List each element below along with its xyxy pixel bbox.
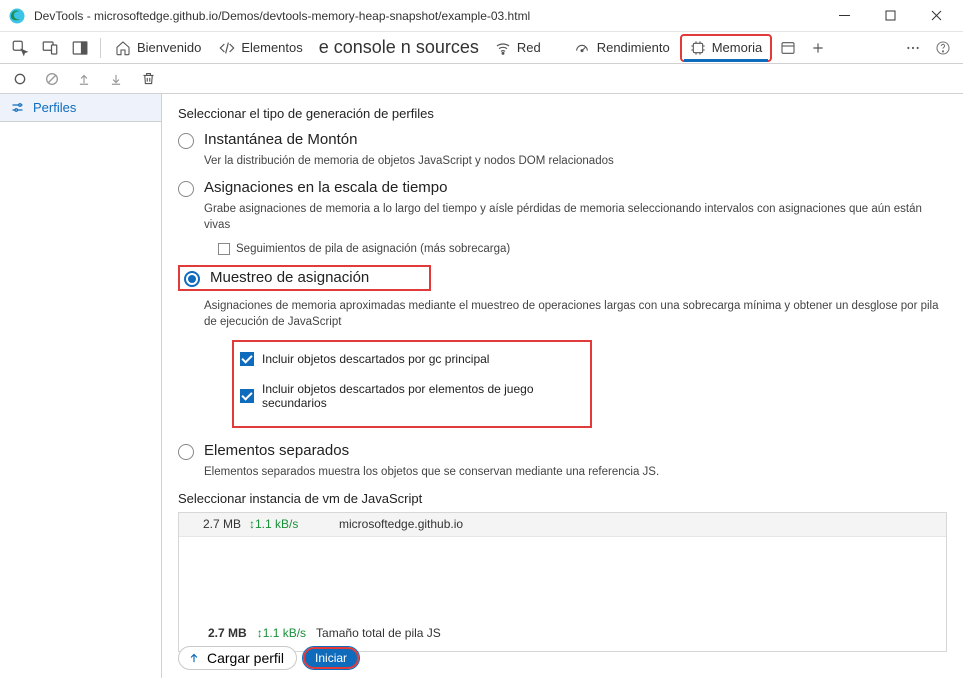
checkbox-include-minor-gc[interactable]: Incluir objetos descartados por elemento… xyxy=(240,382,584,410)
dock-side-icon[interactable] xyxy=(66,34,94,62)
inspect-icon[interactable] xyxy=(6,34,34,62)
profiles-sidebar: Perfiles xyxy=(0,94,162,678)
footer-stats: 2.7 MB ↕1.1 kB/s Tamaño total de pila JS xyxy=(178,626,947,640)
footer-rate: ↕1.1 kB/s xyxy=(257,626,306,640)
tab-elements[interactable]: Elementos xyxy=(211,36,310,60)
button-label: Cargar perfil xyxy=(207,650,284,666)
sampling-includes-group: Incluir objetos descartados por gc princ… xyxy=(232,340,592,428)
option-allocation-sampling-wrap: Muestreo de asignación xyxy=(178,265,431,291)
upload-icon[interactable] xyxy=(70,65,98,93)
vm-instance-heading: Seleccionar instancia de vm de JavaScrip… xyxy=(178,491,947,506)
option-allocation-timeline[interactable]: Asignaciones en la escala de tiempo xyxy=(178,179,947,197)
checkbox-label: Incluir objetos descartados por gc princ… xyxy=(262,352,489,366)
window-close-button[interactable] xyxy=(913,0,959,32)
option-desc: Asignaciones de memoria aproximadas medi… xyxy=(204,298,947,330)
clear-icon[interactable] xyxy=(38,65,66,93)
checkbox-checked[interactable] xyxy=(240,389,254,403)
window-titlebar: DevTools - microsoftedge.github.io/Demos… xyxy=(0,0,963,32)
footer-total-label: Tamaño total de pila JS xyxy=(316,626,441,640)
more-icon[interactable] xyxy=(899,34,927,62)
tab-label: Memoria xyxy=(712,40,763,55)
memory-icon xyxy=(690,40,706,56)
vm-rate: ↕1.1 kB/s xyxy=(249,517,329,531)
window-maximize-button[interactable] xyxy=(867,0,913,32)
footer-size: 2.7 MB xyxy=(208,626,247,640)
home-icon xyxy=(115,40,131,56)
vm-host: microsoftedge.github.io xyxy=(329,517,463,531)
option-allocation-sampling[interactable]: Muestreo de asignación xyxy=(178,265,431,291)
option-desc: Grabe asignaciones de memoria a lo largo… xyxy=(204,201,947,233)
sliders-icon xyxy=(10,100,25,115)
option-allocation-timeline-stack[interactable]: Seguimientos de pila de asignación (más … xyxy=(218,243,947,255)
option-title: Asignaciones en la escala de tiempo xyxy=(204,179,448,196)
wifi-icon xyxy=(495,40,511,56)
tab-label: Elementos xyxy=(241,40,302,55)
option-detached-elements[interactable]: Elementos separados xyxy=(178,442,947,460)
radio-checked[interactable] xyxy=(184,271,200,287)
checkbox-checked[interactable] xyxy=(240,352,254,366)
code-icon xyxy=(219,40,235,56)
tab-label: Rendimiento xyxy=(597,40,670,55)
divider xyxy=(100,38,101,58)
trash-icon[interactable] xyxy=(134,65,162,93)
record-icon[interactable] xyxy=(6,65,34,93)
option-title: Instantánea de Montón xyxy=(204,131,357,148)
sidebar-item-profiles[interactable]: Perfiles xyxy=(0,94,161,122)
tab-label: Red xyxy=(517,40,541,55)
button-label: Iniciar xyxy=(315,651,347,665)
option-heap-snapshot[interactable]: Instantánea de Montón xyxy=(178,131,947,149)
memory-footer: 2.7 MB ↕1.1 kB/s Tamaño total de pila JS… xyxy=(178,626,947,670)
download-icon[interactable] xyxy=(102,65,130,93)
memory-panel-content: Seleccionar el tipo de generación de per… xyxy=(162,94,963,678)
upload-arrow-icon xyxy=(187,651,201,665)
devtools-tabbar: Bienvenido Elementos e console n sources… xyxy=(0,32,963,64)
checkbox-include-major-gc[interactable]: Incluir objetos descartados por gc princ… xyxy=(240,352,584,366)
console-sources-text: e console n sources xyxy=(313,37,485,58)
add-tab-button[interactable] xyxy=(804,34,832,62)
window-minimize-button[interactable] xyxy=(821,0,867,32)
tab-performance[interactable]: Rendimiento xyxy=(565,36,678,60)
radio-unchecked[interactable] xyxy=(178,181,194,197)
checkbox-unchecked[interactable] xyxy=(218,243,230,255)
option-desc: Ver la distribución de memoria de objeto… xyxy=(204,153,947,169)
tab-network[interactable]: Red xyxy=(487,36,549,60)
tab-label: Bienvenido xyxy=(137,40,201,55)
checkbox-label: Incluir objetos descartados por elemento… xyxy=(262,382,584,410)
edge-logo-icon xyxy=(8,7,26,25)
option-desc: Elementos separados muestra los objetos … xyxy=(204,464,947,480)
sidebar-item-label: Perfiles xyxy=(33,100,76,115)
memory-toolbar xyxy=(0,64,963,94)
tab-memory[interactable]: Memoria xyxy=(680,34,773,62)
device-toolbar-icon[interactable] xyxy=(36,34,64,62)
gauge-icon xyxy=(573,40,591,56)
vm-instance-row[interactable]: 2.7 MB ↕1.1 kB/s microsoftedge.github.io xyxy=(179,513,946,537)
help-icon[interactable] xyxy=(929,34,957,62)
sub-option-label: Seguimientos de pila de asignación (más … xyxy=(236,243,510,255)
start-button[interactable]: Iniciar xyxy=(303,647,359,669)
vm-size: 2.7 MB xyxy=(179,517,249,531)
option-title: Muestreo de asignación xyxy=(210,269,369,286)
load-profile-button[interactable]: Cargar perfil xyxy=(178,646,297,670)
tab-welcome[interactable]: Bienvenido xyxy=(107,36,209,60)
radio-unchecked[interactable] xyxy=(178,444,194,460)
select-profile-type-heading: Seleccionar el tipo de generación de per… xyxy=(178,106,947,121)
radio-unchecked[interactable] xyxy=(178,133,194,149)
option-title: Elementos separados xyxy=(204,442,349,459)
window-title: DevTools - microsoftedge.github.io/Demos… xyxy=(34,9,821,23)
panel-icon[interactable] xyxy=(774,34,802,62)
